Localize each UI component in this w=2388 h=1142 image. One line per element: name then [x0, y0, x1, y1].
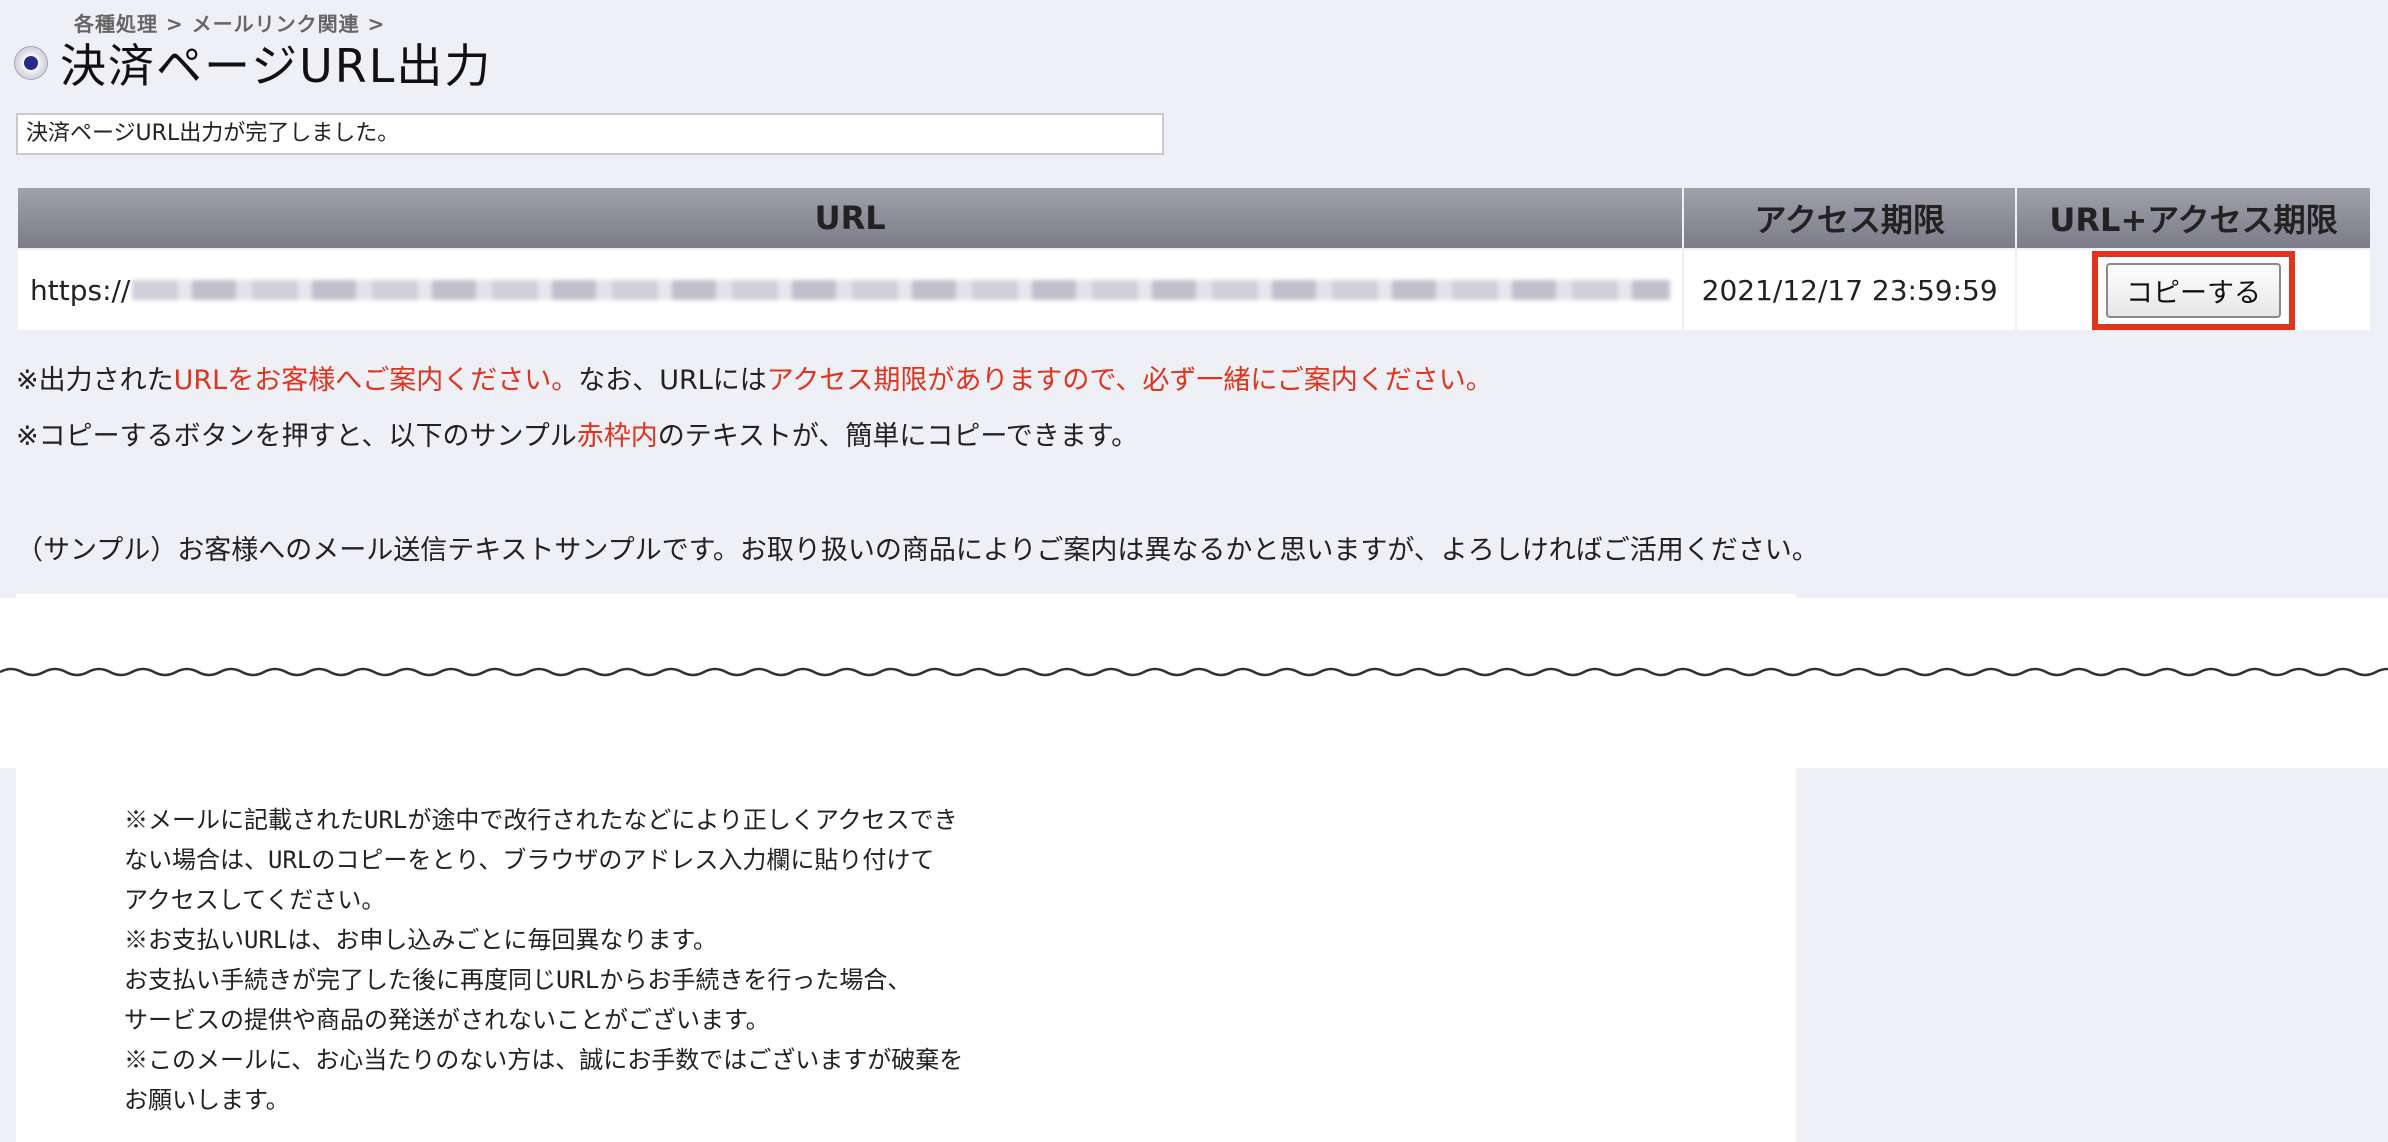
- note-2-text-c: のテキストが、簡単にコピーできます。: [657, 421, 1139, 452]
- radio-bullet-icon: [14, 46, 48, 80]
- table-header-row: URL アクセス期限 URL+アクセス期限: [18, 188, 2370, 248]
- completion-message: 決済ページURL出力が完了しました。: [16, 113, 1164, 155]
- sample-line: ※このメールに、お心当たりのない方は、誠にお手数ではございますが破棄を: [124, 1046, 964, 1074]
- note-2-text-b: 赤枠内: [576, 421, 658, 452]
- copy-button-highlight: コピーする: [2092, 250, 2296, 330]
- copy-button[interactable]: コピーする: [2106, 262, 2282, 318]
- sample-line: ※お支払いURLは、お申し込みごとに毎回異なります。: [124, 926, 717, 954]
- sample-line: お願いします。: [124, 1086, 290, 1114]
- sample-line: ※メールに記載されたURLが途中で改行されたなどにより正しくアクセスでき: [124, 806, 958, 834]
- url-cell[interactable]: https://: [18, 250, 1683, 330]
- note-1-text-a: ※出力された: [16, 365, 174, 396]
- note-url-guidance: ※出力されたURLをお客様へご案内ください。なお、URLにはアクセス期限がありま…: [16, 358, 1493, 397]
- column-header-expire: アクセス期限: [1684, 188, 2016, 248]
- note-copy-guidance: ※コピーするボタンを押すと、以下のサンプル赤枠内のテキストが、簡単にコピーできま…: [16, 414, 1138, 453]
- wavy-break-line: [0, 667, 2388, 677]
- url-redacted-blur: [132, 280, 1671, 300]
- copy-cell: コピーする: [2017, 250, 2370, 330]
- sample-line: アクセスしてください。: [124, 886, 386, 914]
- sample-line: ない場合は、URLのコピーをとり、ブラウザのアドレス入力欄に貼り付けて: [124, 846, 935, 874]
- url-prefix: https://: [30, 273, 131, 307]
- sample-line: お支払い手続きが完了した後に再度同じURLからお手続きを行った場合、: [124, 966, 912, 994]
- note-1-text-b: URLをお客様へご案内ください。: [173, 365, 579, 396]
- note-2-text-a: ※コピーするボタンを押すと、以下のサンプル: [16, 421, 577, 452]
- column-header-copy: URL+アクセス期限: [2017, 188, 2370, 248]
- table-row: https:// 2021/12/17 23:59:59 コピーする: [18, 250, 2370, 330]
- note-1-text-c: なお、URLには: [578, 365, 767, 396]
- page-title: 決済ページURL出力: [60, 39, 493, 93]
- bullet-dot: [24, 56, 38, 70]
- url-output-table: URL アクセス期限 URL+アクセス期限 https:// 2021/12/1…: [16, 186, 2372, 332]
- url-value[interactable]: https://: [30, 273, 1671, 307]
- note-1-text-d: アクセス期限がありますので、必ず一緒にご案内ください。: [766, 365, 1493, 396]
- expire-cell: 2021/12/17 23:59:59: [1684, 250, 2016, 330]
- sample-label: （サンプル）お客様へのメール送信テキストサンプルです。お取り扱いの商品によりご案…: [16, 535, 1819, 566]
- sample-line: サービスの提供や商品の発送がされないことがございます。: [124, 1006, 770, 1034]
- email-sample-text: ※メールに記載されたURLが途中で改行されたなどにより正しくアクセスでき ない場…: [16, 766, 1796, 1142]
- column-header-url: URL: [18, 188, 1683, 248]
- page-header: 決済ページURL出力: [14, 30, 492, 96]
